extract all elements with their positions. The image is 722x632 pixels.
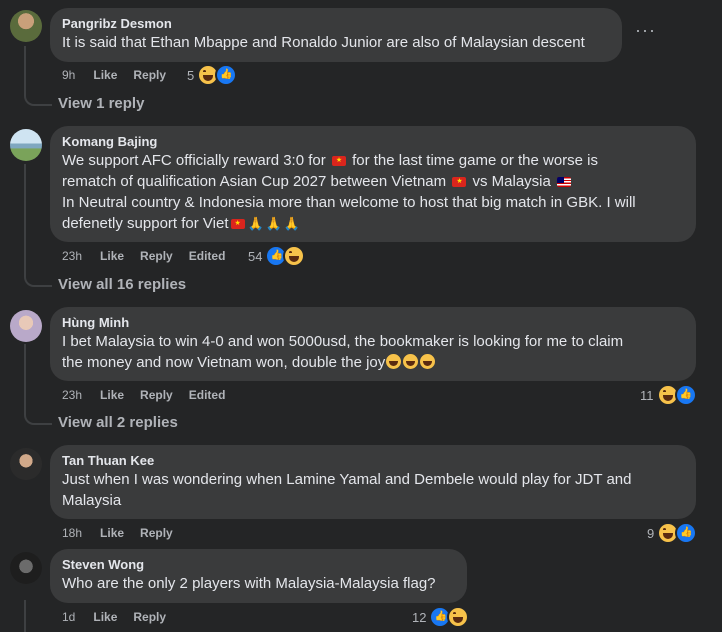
thread-line: [24, 344, 26, 414]
comment-author[interactable]: Komang Bajing: [62, 134, 684, 150]
view-replies-link[interactable]: View all 2 replies: [58, 413, 178, 433]
more-options-icon[interactable]: ···: [635, 20, 656, 41]
comment-time[interactable]: 23h: [62, 248, 82, 264]
thread-elbow: [24, 88, 52, 106]
comment-time[interactable]: 18h: [62, 525, 82, 541]
praying-hands-icon: 🙏: [283, 216, 301, 231]
comment-bubble: Hùng Minh I bet Malaysia to win 4-0 and …: [50, 307, 696, 381]
comment-author[interactable]: Tan Thuan Kee: [62, 453, 684, 469]
view-replies-link[interactable]: View 1 reply: [58, 94, 144, 114]
comment-actions: 23h Like Reply Edited: [62, 248, 241, 264]
reaction-summary[interactable]: 12: [412, 606, 470, 628]
reaction-summary[interactable]: 54: [248, 245, 306, 267]
like-button[interactable]: Like: [100, 525, 124, 541]
comment-time[interactable]: 23h: [62, 387, 82, 403]
comment-text: defenetly support for Viet🙏🙏🙏: [62, 213, 684, 234]
comment-author[interactable]: Steven Wong: [62, 557, 455, 573]
comment-text: Who are the only 2 players with Malaysia…: [62, 575, 436, 592]
avatar[interactable]: [10, 129, 42, 161]
edited-label: Edited: [188, 249, 226, 263]
like-reaction-icon: [674, 384, 697, 406]
praying-hands-icon: 🙏: [247, 216, 264, 231]
reaction-count: 5: [187, 67, 195, 83]
comment-bubble: Pangribz Desmon It is said that Ethan Mb…: [50, 8, 622, 62]
comment-text: Just when I was wondering when Lamine Ya…: [62, 471, 632, 488]
comment-text: In Neutral country & Indonesia more than…: [62, 194, 636, 211]
malaysia-flag-icon: [557, 177, 572, 187]
edited-label: Edited: [188, 388, 226, 402]
like-button[interactable]: Like: [100, 248, 124, 264]
reaction-summary[interactable]: 11: [640, 384, 697, 406]
reply-button[interactable]: Reply: [140, 248, 173, 264]
comment-actions: 9h Like Reply: [62, 67, 182, 83]
haha-reaction-icon: [447, 606, 470, 628]
reaction-summary[interactable]: 9: [647, 522, 698, 544]
reaction-count: 54: [248, 248, 263, 264]
vietnam-flag-icon: [331, 156, 346, 166]
thread-line: [24, 600, 26, 632]
comment-text: the money and now Vietnam won, double th…: [62, 352, 684, 373]
comment-text: We support AFC officially reward 3:0 for…: [62, 150, 684, 171]
thread-elbow: [24, 410, 52, 425]
reaction-count: 9: [647, 525, 655, 541]
avatar[interactable]: [10, 552, 42, 584]
vietnam-flag-icon: [452, 177, 467, 187]
comment-actions: 1d Like Reply: [62, 609, 182, 625]
haha-reaction-icon: [283, 245, 306, 267]
like-reaction-icon: [215, 64, 238, 86]
thread-line: [24, 164, 26, 274]
like-button[interactable]: Like: [100, 387, 124, 403]
comment-bubble: Steven Wong Who are the only 2 players w…: [50, 549, 467, 603]
praying-hands-icon: 🙏: [265, 216, 282, 231]
like-button[interactable]: Like: [93, 609, 117, 625]
reaction-count: 11: [640, 387, 654, 403]
vietnam-flag-icon: [230, 219, 245, 229]
reply-button[interactable]: Reply: [140, 387, 173, 403]
comment-author[interactable]: Pangribz Desmon: [62, 16, 610, 32]
comment-time[interactable]: 1d: [62, 609, 75, 625]
avatar[interactable]: [10, 310, 42, 342]
reply-button[interactable]: Reply: [133, 609, 166, 625]
comment-text: Malaysia: [62, 492, 122, 509]
laughing-emoji-icon: [386, 354, 402, 369]
reaction-summary[interactable]: 5: [187, 64, 238, 86]
comment-time[interactable]: 9h: [62, 67, 75, 83]
reaction-count: 12: [412, 609, 427, 625]
comment-bubble: Tan Thuan Kee Just when I was wondering …: [50, 445, 696, 519]
comment-actions: 23h Like Reply Edited: [62, 387, 241, 403]
reply-button[interactable]: Reply: [133, 67, 166, 83]
comment-text: It is said that Ethan Mbappe and Ronaldo…: [62, 34, 585, 51]
view-replies-link[interactable]: View all 16 replies: [58, 275, 186, 295]
avatar[interactable]: [10, 10, 42, 42]
comment-bubble: Komang Bajing We support AFC officially …: [50, 126, 696, 242]
avatar[interactable]: [10, 448, 42, 480]
like-reaction-icon: [675, 522, 698, 544]
comment-actions: 18h Like Reply: [62, 525, 189, 541]
reply-button[interactable]: Reply: [140, 525, 173, 541]
comment-author[interactable]: Hùng Minh: [62, 315, 684, 331]
comment-text: rematch of qualification Asian Cup 2027 …: [62, 171, 684, 192]
thread-elbow: [24, 272, 52, 287]
laughing-emoji-icon: [403, 354, 419, 369]
laughing-emoji-icon: [420, 354, 436, 369]
comment-text: I bet Malaysia to win 4-0 and won 5000us…: [62, 333, 624, 350]
like-button[interactable]: Like: [93, 67, 117, 83]
thread-line: [24, 46, 26, 90]
